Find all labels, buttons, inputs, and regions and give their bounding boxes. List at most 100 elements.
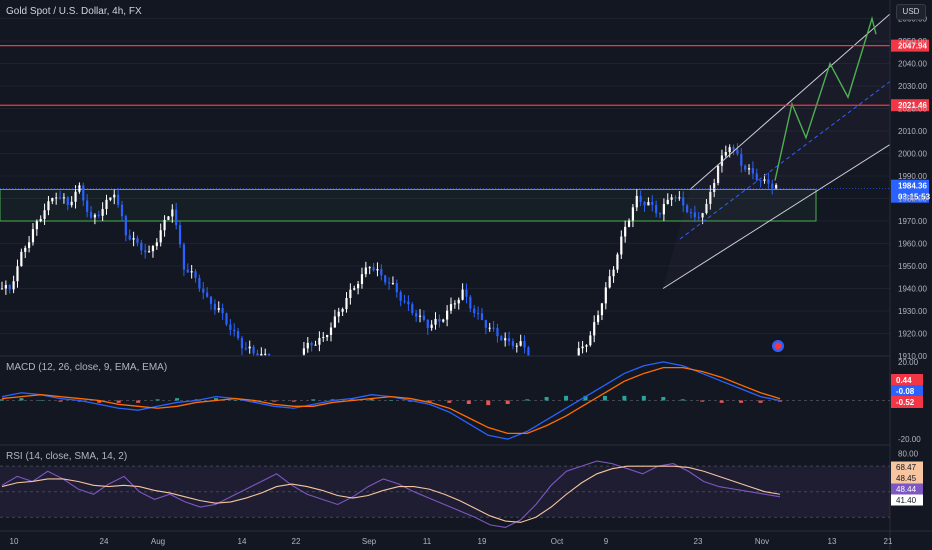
candle-body <box>511 341 515 346</box>
macd-histogram-bar <box>155 399 160 401</box>
candle-body <box>515 345 518 347</box>
candle-body <box>8 284 11 290</box>
candle-body <box>206 292 209 297</box>
candle-body <box>113 194 116 198</box>
candle-body <box>27 242 31 248</box>
candle-body <box>182 244 186 270</box>
macd-histogram-bar <box>564 395 569 401</box>
price-tick-label: 1980.00 <box>898 195 927 204</box>
candle-body <box>171 209 174 217</box>
price-tick-label: 2000.00 <box>898 150 927 159</box>
candle-body <box>461 289 464 300</box>
candle-body <box>124 216 127 236</box>
candle-body <box>488 327 491 329</box>
candle-body <box>647 201 650 206</box>
candle-body <box>372 267 375 271</box>
candle-body <box>43 210 46 219</box>
macd-histogram-bar <box>136 400 141 403</box>
price-tick-label: 2040.00 <box>898 60 927 69</box>
candle-body <box>724 152 727 156</box>
candle-body <box>670 197 673 200</box>
candle-body <box>12 281 15 290</box>
candle-body <box>128 235 131 240</box>
candle-body <box>16 266 19 282</box>
channel-fill <box>663 14 890 289</box>
candle-body <box>608 276 611 288</box>
rsi-pane: 68.47 48.45 48.44 41.40 <box>0 460 923 529</box>
macd-histogram-bar <box>233 400 238 401</box>
candle-body <box>678 197 681 199</box>
candle-body <box>186 269 189 273</box>
rsi-value-label: 41.40 <box>896 496 917 505</box>
rsi-tick-label: 80.00 <box>898 449 919 458</box>
macd-label[interactable]: MACD (12, 26, close, 9, EMA, EMA) <box>6 362 167 373</box>
candle-body <box>438 318 441 322</box>
candle-body <box>387 282 391 284</box>
candle-body <box>391 283 395 285</box>
price-tick-label: 2020.00 <box>898 105 927 114</box>
candle-body <box>306 342 309 349</box>
candle-body <box>376 269 379 271</box>
candle-body <box>337 311 340 317</box>
macd-histogram-bar <box>661 397 666 401</box>
chart-canvas[interactable]: 2047.942021.461984.3603:15:53 0.44-0.08-… <box>0 0 932 550</box>
macd-histogram-bar <box>486 400 491 406</box>
time-tick-label: 23 <box>694 537 703 546</box>
candle-body <box>411 304 414 314</box>
candle-body <box>577 348 580 356</box>
candle-body <box>527 347 530 356</box>
candle-body <box>442 319 445 322</box>
time-tick-label: 19 <box>478 537 487 546</box>
candle-body <box>639 195 642 202</box>
candle-body <box>627 220 631 227</box>
macd-histogram-bar <box>641 395 646 401</box>
candle-body <box>314 344 317 346</box>
candle-body <box>453 303 456 305</box>
candle-body <box>732 147 735 150</box>
candle-body <box>399 292 402 301</box>
price-tick-label: 2010.00 <box>898 127 927 136</box>
candle-body <box>484 320 487 328</box>
candle-body <box>666 199 669 204</box>
macd-tick-label: 20.00 <box>898 358 919 367</box>
rsi-label[interactable]: RSI (14, close, SMA, 14, 2) <box>6 451 127 462</box>
candle-body <box>240 338 244 349</box>
candle-body <box>356 284 360 289</box>
time-tick-label: 22 <box>292 537 301 546</box>
time-tick-label: 24 <box>100 537 109 546</box>
currency-button[interactable]: USD <box>896 4 926 20</box>
macd-histogram-bar <box>602 395 607 401</box>
candle-body <box>504 338 507 341</box>
candle-body <box>4 284 7 289</box>
macd-histogram-bar <box>0 399 4 401</box>
events-flag-icon[interactable] <box>770 338 786 354</box>
time-tick-label: 11 <box>423 537 432 546</box>
candle-body <box>616 254 619 270</box>
candle-body <box>368 267 371 269</box>
candle-body <box>651 201 654 206</box>
candle-body <box>682 197 685 206</box>
candle-body <box>39 218 42 222</box>
macd-histogram-bar <box>544 397 549 401</box>
candle-body <box>58 197 62 199</box>
macd-histogram-bar <box>427 400 432 402</box>
candle-body <box>635 195 638 208</box>
time-tick-label: 10 <box>10 537 19 546</box>
candle-body <box>89 211 93 218</box>
candle-body <box>151 246 155 252</box>
candle-body <box>353 288 356 290</box>
candle-body <box>403 300 406 302</box>
time-tick-label: Oct <box>551 537 564 546</box>
candle-body <box>480 313 484 321</box>
candle-body <box>244 348 247 350</box>
candle-body <box>395 283 398 293</box>
macd-histogram-bar <box>719 400 724 403</box>
macd-value-label: 0.44 <box>896 376 912 385</box>
candle-body <box>612 269 615 277</box>
candle-body <box>140 242 143 251</box>
macd-histogram-bar <box>389 400 393 401</box>
candle-body <box>86 200 89 212</box>
time-tick-label: Aug <box>151 537 165 546</box>
candle-body <box>55 197 58 199</box>
candle-body <box>163 219 166 231</box>
